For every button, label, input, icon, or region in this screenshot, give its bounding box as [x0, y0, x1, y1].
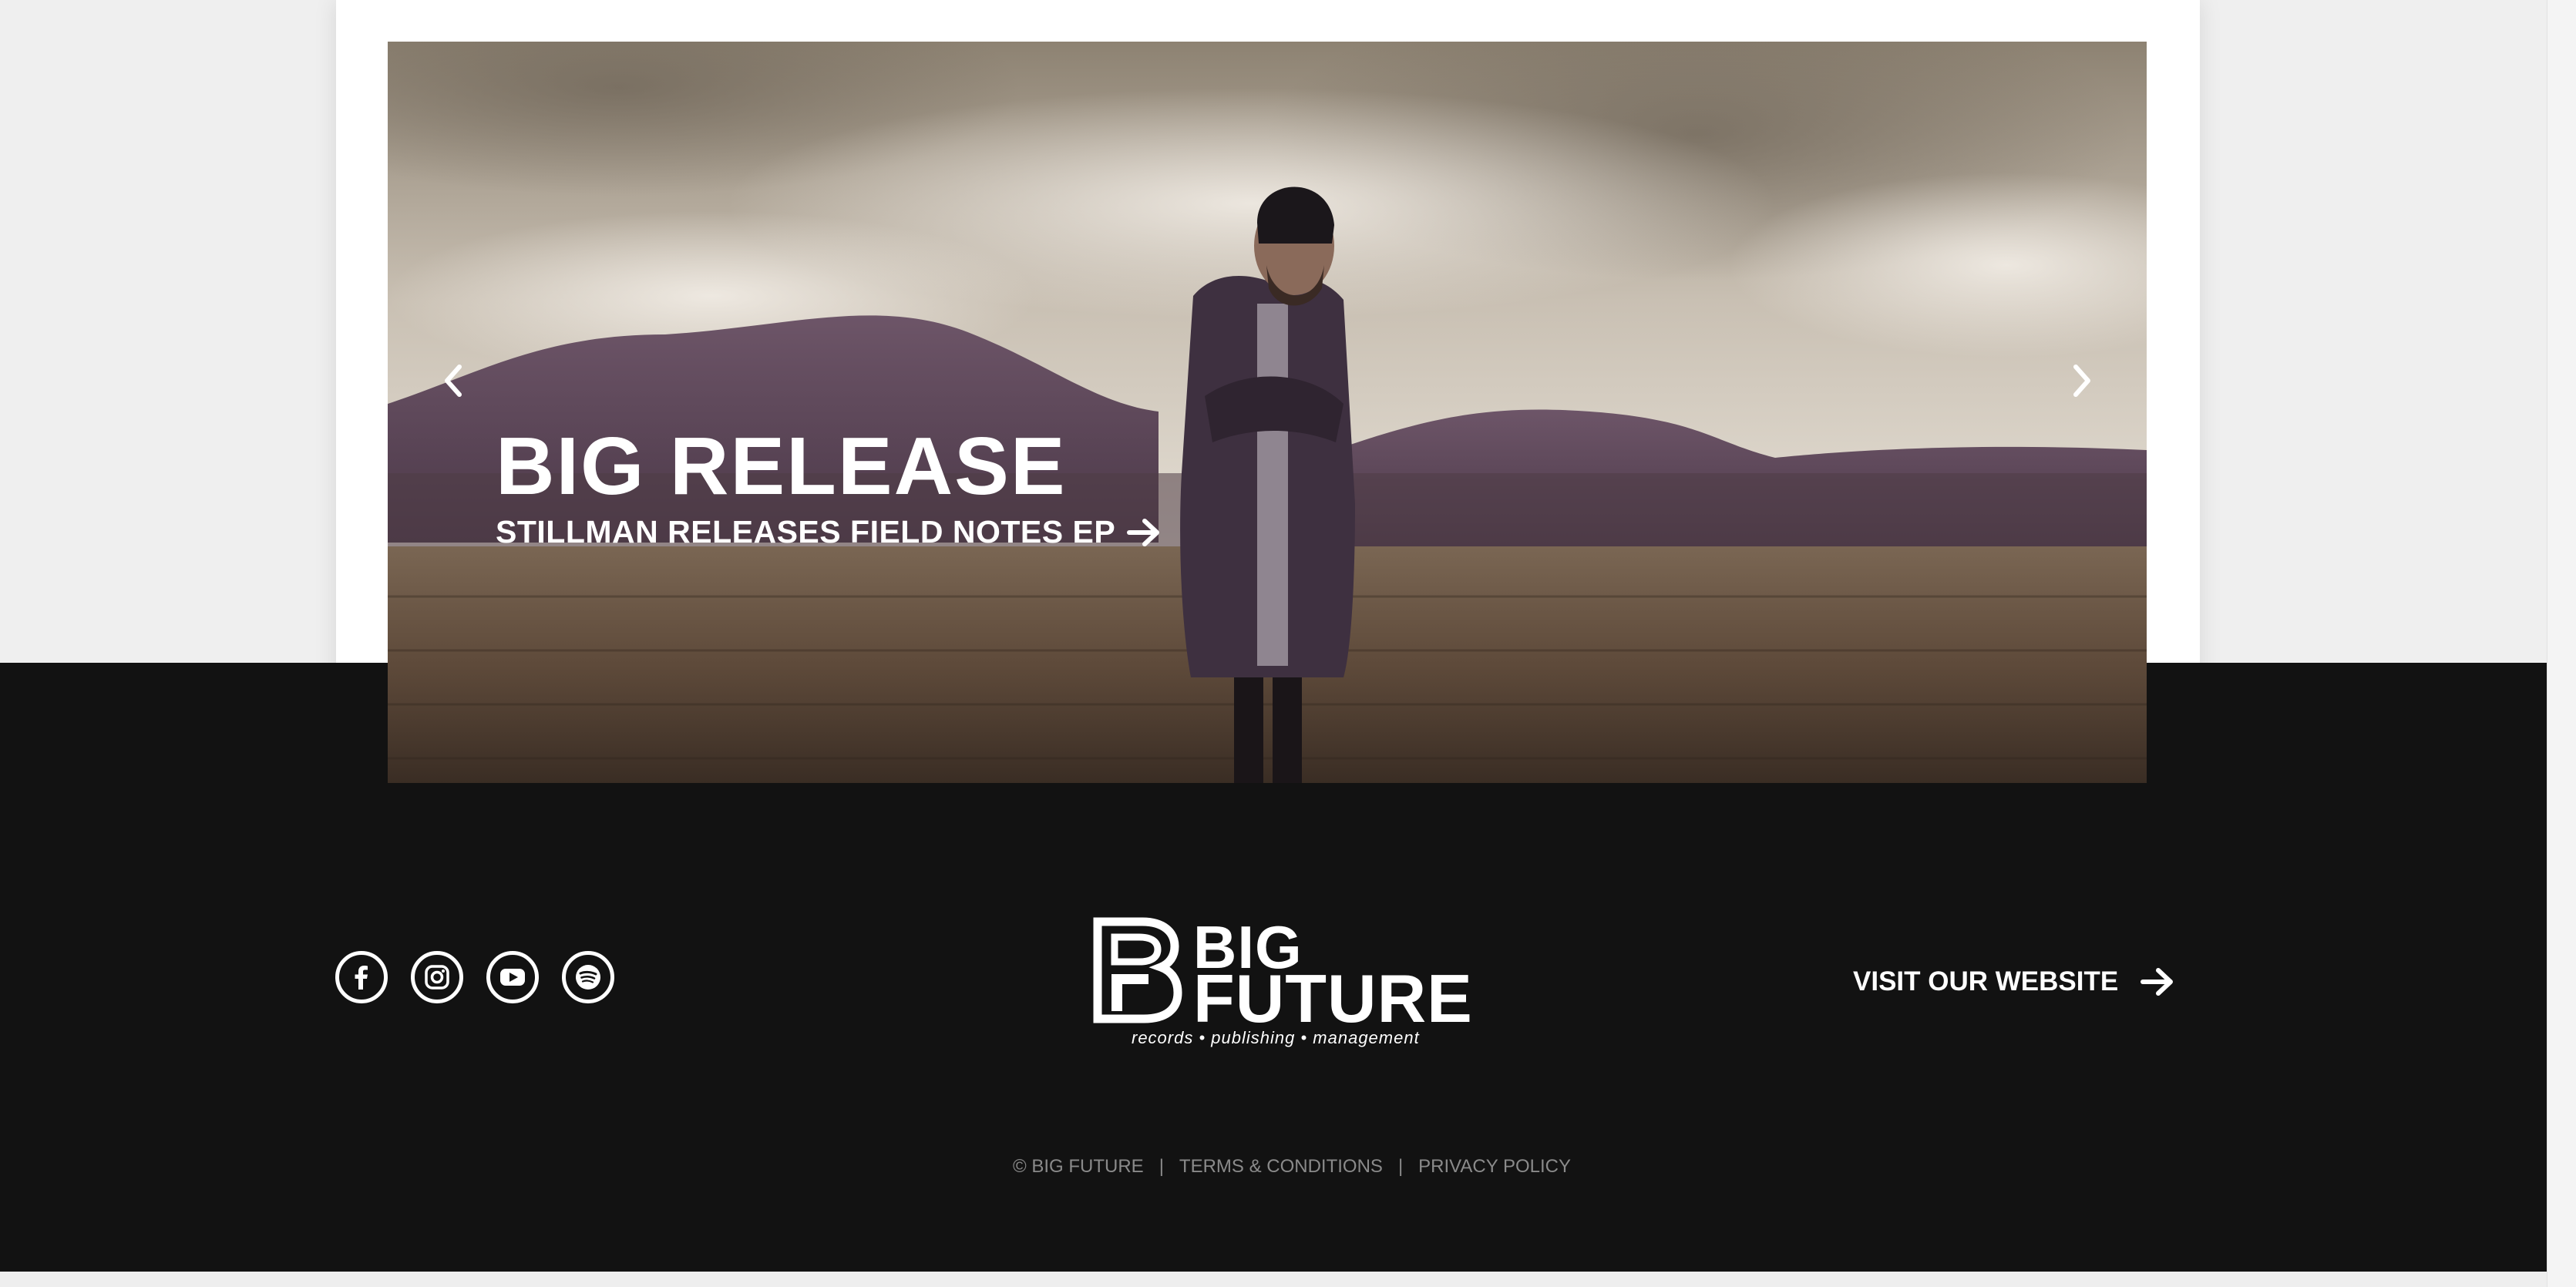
chevron-left-icon: [445, 365, 462, 397]
hero-title: BIG RELEASE: [496, 421, 1067, 512]
carousel-next-button[interactable]: [2059, 358, 2105, 404]
instagram-link[interactable]: [411, 951, 463, 1003]
hero-image: [388, 42, 2147, 783]
terms-link[interactable]: TERMS & CONDITIONS: [1179, 1156, 1383, 1178]
visit-website-link[interactable]: VISIT OUR WEBSITE: [1853, 966, 2175, 997]
legal-separator: |: [1397, 1156, 1404, 1177]
spotify-link[interactable]: [562, 951, 614, 1003]
arrow-right-icon: [1127, 518, 1160, 546]
logo-tagline: records • publishing • management: [1132, 1028, 1420, 1047]
big-future-logo[interactable]: BIG FUTURE records • publishing • manage…: [1093, 917, 1472, 1048]
youtube-link[interactable]: [486, 951, 539, 1003]
hero-link[interactable]: STILLMAN RELEASES FIELD NOTES EP: [496, 516, 1162, 548]
chevron-right-icon: [2073, 365, 2090, 397]
copyright-text: © BIG FUTURE: [1013, 1156, 1144, 1177]
scrollbar-track[interactable]: [2547, 0, 2576, 1287]
social-links: [335, 951, 614, 1003]
carousel-prev-button[interactable]: [430, 358, 476, 404]
logo-line-future: FUTURE: [1193, 960, 1473, 1037]
visit-website-label: VISIT OUR WEBSITE: [1853, 966, 2119, 996]
facebook-icon: [355, 966, 368, 990]
legal-separator: |: [1159, 1156, 1164, 1177]
page: BIG RELEASE STILLMAN RELEASES FIELD NOTE…: [0, 0, 2576, 1287]
hero-link-label: STILLMAN RELEASES FIELD NOTES EP: [496, 514, 1116, 549]
spotify-icon: [576, 965, 600, 990]
legal-links: © BIG FUTURE | TERMS & CONDITIONS | PRIV…: [1013, 1156, 1571, 1178]
page-bottom-edge: [0, 1272, 2547, 1287]
youtube-icon: [500, 969, 525, 986]
facebook-link[interactable]: [335, 951, 388, 1003]
bf-logo-icon: [1093, 917, 1182, 1023]
arrow-right-icon: [2141, 968, 2174, 996]
hero-banner[interactable]: BIG RELEASE STILLMAN RELEASES FIELD NOTE…: [388, 42, 2147, 783]
privacy-link[interactable]: PRIVACY POLICY: [1418, 1156, 1571, 1178]
instagram-icon: [425, 965, 449, 990]
